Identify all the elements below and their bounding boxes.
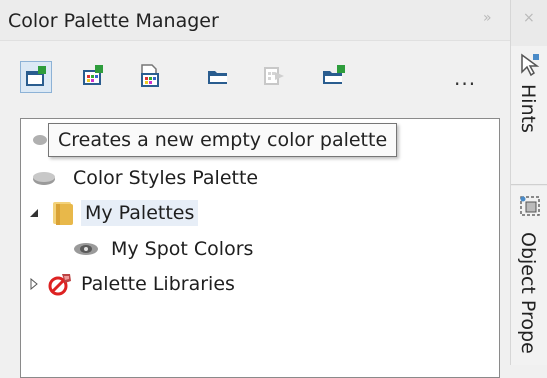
- library-icon: [48, 274, 71, 296]
- color-palette-manager-panel: Color Palette Manager » ... Color Styles…: [0, 0, 510, 378]
- new-palette-icon: [26, 66, 46, 86]
- eye-icon: [74, 243, 98, 255]
- object-properties-tab-label: Object Prope: [517, 232, 539, 354]
- panel-title-bar: Color Palette Manager »: [0, 0, 510, 41]
- hints-tab-label: Hints: [517, 84, 539, 133]
- folder-icon: [53, 202, 73, 225]
- collapse-arrow-icon[interactable]: [29, 208, 39, 218]
- export-palette-button[interactable]: [259, 61, 291, 93]
- new-palette-button[interactable]: [20, 61, 52, 93]
- palette-toolbar: ...: [0, 54, 510, 100]
- new-folder-icon: [323, 65, 345, 84]
- tree-item-label: Color Styles Palette: [73, 167, 259, 189]
- tree-item-palette-libraries[interactable]: Palette Libraries: [29, 269, 235, 299]
- new-palette-from-document-icon: [141, 64, 159, 87]
- new-palette-from-selection-icon: [83, 65, 103, 85]
- tree-item-label: My Palettes: [81, 200, 199, 226]
- new-folder-button[interactable]: [318, 61, 350, 93]
- tab-object-properties[interactable]: Object Prope: [511, 186, 547, 365]
- hints-icon: [521, 53, 540, 77]
- tree-item-my-palettes[interactable]: My Palettes: [29, 198, 199, 228]
- tree-item-label: My Spot Colors: [111, 238, 254, 260]
- open-palette-button[interactable]: [203, 61, 235, 93]
- open-palette-icon: [208, 71, 227, 84]
- tree-item-my-spot-colors[interactable]: My Spot Colors: [73, 234, 253, 264]
- palette-icon: [33, 172, 55, 185]
- docker-side-tabs: × Hints Object Prope: [510, 0, 547, 365]
- collapse-panel-icon[interactable]: »: [483, 10, 492, 26]
- panel-title: Color Palette Manager: [8, 10, 219, 32]
- tree-item-label: Palette Libraries: [81, 273, 235, 295]
- new-palette-tooltip: Creates a new empty color palette: [48, 123, 398, 157]
- palette-tree: Color Styles Palette My Palettes My Spot…: [20, 118, 500, 378]
- more-options-button[interactable]: ...: [454, 66, 476, 90]
- tab-hints[interactable]: Hints: [511, 46, 547, 185]
- tree-item-color-styles-palette[interactable]: Color Styles Palette: [33, 163, 258, 193]
- object-properties-icon: [520, 196, 540, 216]
- expand-arrow-icon[interactable]: [29, 278, 39, 290]
- partial-palette-icon: [33, 135, 47, 145]
- new-palette-from-document-button[interactable]: [134, 61, 166, 93]
- export-palette-icon: [264, 67, 284, 85]
- close-panel-icon[interactable]: ×: [523, 10, 535, 26]
- new-palette-from-selection-button[interactable]: [78, 61, 110, 93]
